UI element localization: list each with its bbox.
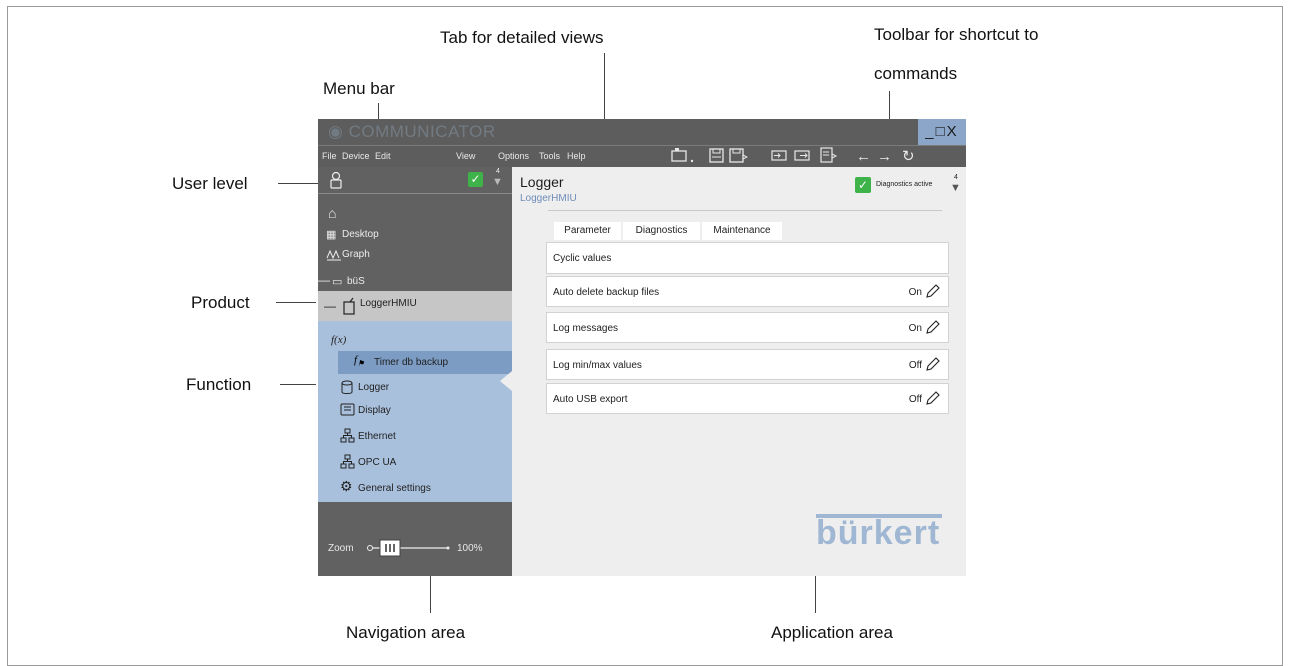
param-value: On [908,287,922,298]
app-title: ◉ COMMUNICATOR [328,122,496,142]
menu-options[interactable]: Options [498,151,529,161]
section-label: Cyclic values [553,253,612,264]
nav-item-fx[interactable]: f(x) [331,334,525,346]
collapse-product-icon[interactable]: — [324,299,336,313]
user-level-icon[interactable] [328,170,344,195]
param-label: Log messages [553,323,619,334]
param-row[interactable]: Log messages On [546,312,949,343]
edit-pencil-icon[interactable] [925,319,941,338]
bus-icon: ▭ [332,276,343,288]
leader-function [280,384,316,385]
application-area: Logger LoggerHMIU ✓ Diagnostics active 4… [512,167,966,576]
burkert-logo: bürkert [816,514,942,550]
param-row[interactable]: Log min/max values Off [546,349,949,380]
param-value: Off [908,394,922,405]
param-row[interactable]: Auto USB export Off [546,383,949,414]
zoom-control: Zoom 100% [318,538,512,558]
param-value: Off [908,360,922,371]
nav-item-timer-label: Timer db backup [374,357,449,368]
leader-product [276,302,316,303]
menu-file[interactable]: File [322,151,337,161]
nav-item-display-label: Display [358,405,391,416]
callout-application: Application area [771,623,893,642]
leader-user-level [278,183,320,184]
user-level-arrow-icon[interactable]: ▼ [492,176,503,188]
zoom-slider[interactable] [366,538,452,563]
edit-pencil-icon[interactable] [925,356,941,375]
page-subtitle: LoggerHMIU [520,193,577,204]
menu-bar: File Device Edit View Options Tools Help… [318,145,966,167]
network-icon [340,454,355,472]
menu-tools[interactable]: Tools [539,151,560,161]
window-controls[interactable]: _□X [918,119,966,145]
nav-item-product-label: LoggerHMIU [360,298,417,309]
network-icon [340,428,355,446]
tab-maintenance[interactable]: Maintenance [702,222,782,240]
desktop-icon: ▦ [326,229,337,241]
app-title-text: COMMUNICATOR [348,122,496,141]
callout-toolbar-line2: commands [874,64,958,83]
callout-menu-bar: Menu bar [323,79,395,98]
tab-parameter[interactable]: Parameter [554,222,621,240]
edit-pencil-icon[interactable] [925,390,941,409]
nav-item-opcua-label: OPC UA [358,457,397,468]
nav-item-desktop-label: Desktop [342,229,379,240]
param-label: Auto USB export [553,394,628,405]
nav-item-graph-label: Graph [342,249,370,260]
check-icon[interactable]: ✓ [468,172,483,187]
refresh-icon[interactable]: ↻ [902,146,915,168]
collapse-icon[interactable]: — [318,273,330,287]
zoom-value: 100% [457,543,483,554]
navigation-area: ✓ 4 ▼ ⌂ ▦ Desktop Graph — ▭ büS — Logger… [318,167,512,576]
param-row[interactable]: Auto delete backup files On [546,276,949,307]
menu-edit[interactable]: Edit [375,151,391,161]
forward-arrow-icon[interactable]: → [877,146,892,168]
user-level-bar: ✓ 4 ▼ [318,167,512,194]
user-level-number: 4 [496,168,500,175]
gear-icon: ⚙ [340,478,353,494]
app-logo-icon: ◉ [328,122,344,141]
param-value: On [908,323,922,334]
function-list: f(x) f⚑ Timer db backup Logger Display E… [318,321,512,502]
display-icon [340,403,355,419]
menu-device[interactable]: Device [342,151,370,161]
title-divider [548,210,942,211]
user-level-number-main: 4 [954,174,958,181]
nav-item-product[interactable]: — LoggerHMIU [318,291,512,321]
diagnostics-check-icon[interactable]: ✓ [855,177,871,193]
nav-item-bus-label: büS [347,276,365,287]
back-arrow-icon[interactable]: ← [856,146,871,168]
app-window: ◉ COMMUNICATOR _□X File Device Edit View… [318,119,966,576]
page-title: Logger [520,174,564,190]
nav-item-ethernet-label: Ethernet [358,431,396,442]
param-label: Auto delete backup files [553,287,660,298]
timer-fx-icon: f⚑ [354,354,365,369]
callout-function: Function [186,375,252,394]
callout-toolbar-line1: Toolbar for shortcut to [874,25,1039,44]
section-cyclic-values: Cyclic values [546,242,949,274]
tab-diagnostics[interactable]: Diagnostics [623,222,700,240]
logo-text: bürkert [816,514,941,552]
edit-pencil-icon[interactable] [925,283,941,302]
selection-pointer [500,371,512,391]
title-bar: ◉ COMMUNICATOR _□X [318,119,966,145]
menu-help[interactable]: Help [567,151,586,161]
nav-item-timer[interactable]: f⚑ Timer db backup [338,351,512,374]
nav-item-logger-label: Logger [358,382,390,393]
callout-user-level: User level [172,174,248,193]
logger-icon [340,380,354,398]
user-level-arrow-icon[interactable]: ▼ [950,182,961,194]
param-label: Log min/max values [553,360,642,371]
home-icon[interactable]: ⌂ [328,205,522,221]
callout-tab: Tab for detailed views [440,28,604,47]
diagnostics-label: Diagnostics active [876,181,933,188]
callout-product: Product [191,293,250,312]
graph-icon [326,248,342,264]
zoom-label: Zoom [328,543,354,554]
menu-view[interactable]: View [456,151,475,161]
product-device-icon [342,297,356,320]
nav-item-general-label: General settings [358,483,431,494]
callout-navigation: Navigation area [346,623,466,642]
